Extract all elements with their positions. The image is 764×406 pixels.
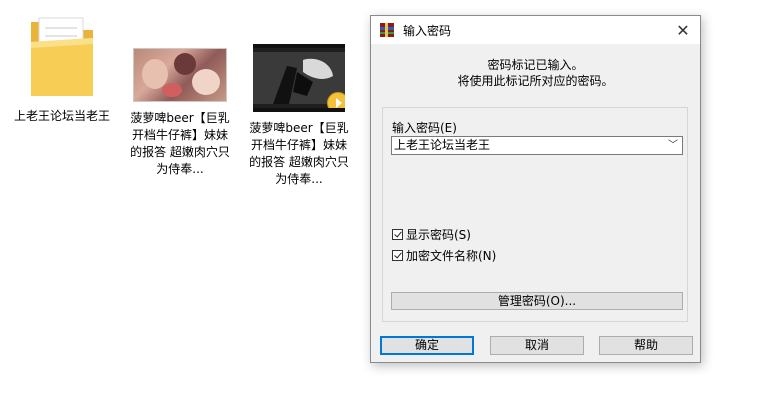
- desktop-video-item-1[interactable]: 菠萝啤beer【巨乳开档牛仔裤】妹妹的报答 超嫩肉穴只为侍奉...: [130, 14, 230, 178]
- show-password-checkbox[interactable]: [392, 229, 403, 240]
- password-label: 输入密码(E): [392, 121, 457, 135]
- password-group: 输入密码(E) 上老王论坛当老王 ﹀ 显示密码(S) 加密文件名称(N) 管理密…: [382, 107, 688, 322]
- close-icon[interactable]: ✕: [666, 16, 700, 44]
- dialog-title: 输入密码: [403, 23, 452, 38]
- show-password-option[interactable]: 显示密码(S): [392, 226, 471, 243]
- show-password-label: 显示密码(S): [406, 228, 471, 242]
- winrar-app-icon: [379, 22, 395, 38]
- video-thumbnail: [133, 48, 227, 102]
- folder-icon: [27, 14, 97, 100]
- message-line-1: 密码标记已输入。: [487, 58, 584, 72]
- encrypt-names-option[interactable]: 加密文件名称(N): [392, 247, 496, 264]
- desktop-folder-item[interactable]: 上老王论坛当老王: [12, 14, 112, 125]
- video-label: 菠萝啤beer【巨乳开档牛仔裤】妹妹的报答 超嫩肉穴只为侍奉...: [130, 111, 230, 176]
- enter-password-dialog: 输入密码 ✕ 密码标记已输入。 将使用此标记所对应的密码。 输入密码(E) 上老…: [370, 15, 701, 363]
- manage-passwords-button[interactable]: 管理密码(O)...: [391, 292, 683, 310]
- password-combobox[interactable]: 上老王论坛当老王 ﹀: [391, 136, 683, 155]
- desktop-video-item-2[interactable]: 菠萝啤beer【巨乳开档牛仔裤】妹妹的报答 超嫩肉穴只为侍奉...: [249, 14, 349, 188]
- ok-button[interactable]: 确定: [380, 336, 474, 355]
- cancel-button[interactable]: 取消: [490, 336, 584, 355]
- encrypt-names-label: 加密文件名称(N): [406, 249, 497, 263]
- video-thumbnail: [253, 44, 345, 112]
- info-message: 密码标记已输入。 将使用此标记所对应的密码。: [371, 57, 700, 89]
- password-value: 上老王论坛当老王: [394, 138, 491, 152]
- encrypt-names-checkbox[interactable]: [392, 250, 403, 261]
- help-button[interactable]: 帮助: [599, 336, 693, 355]
- dialog-titlebar[interactable]: 输入密码 ✕: [371, 16, 700, 44]
- chevron-down-icon[interactable]: ﹀: [668, 137, 678, 154]
- player-badge-icon: [327, 92, 345, 108]
- message-line-2: 将使用此标记所对应的密码。: [457, 74, 614, 88]
- folder-label: 上老王论坛当老王: [13, 109, 110, 123]
- video-label: 菠萝啤beer【巨乳开档牛仔裤】妹妹的报答 超嫩肉穴只为侍奉...: [249, 121, 349, 186]
